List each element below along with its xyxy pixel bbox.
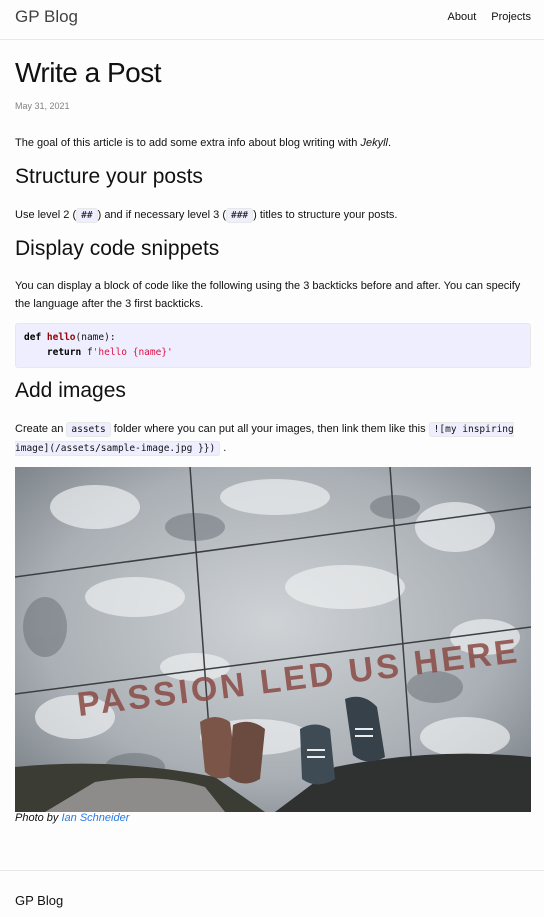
inline-code-h2: ## [76,208,98,223]
images-text-1: Create an [15,423,64,435]
inline-code-assets: assets [66,422,111,437]
heading-structure: Structure your posts [15,165,203,188]
intro-paragraph: The goal of this article is to add some … [15,134,531,152]
site-footer: GP Blog [0,870,544,917]
code-keyword-return: return [46,347,82,358]
structure-text-1: Use level 2 ( [15,209,77,221]
images-text-3: . [223,442,227,454]
caption-author-link[interactable]: Ian Schneider [61,812,129,824]
structure-text-2: ) and if necessary level 3 ( [97,209,226,221]
heading-add-images: Add images [15,379,126,402]
code-block: def hello(name): return f'hello {name}' [15,323,531,368]
post-image: PASSION LED US HERE [15,467,531,812]
images-text-2: folder where you can put all your images… [113,423,426,435]
inline-code-h3: ### [225,208,254,223]
code-paragraph: You can display a block of code like the… [15,280,521,310]
pavement-photo: PASSION LED US HERE [15,467,531,812]
nav-link-about[interactable]: About [448,9,477,25]
intro-text: The goal of this article is to add some … [15,137,361,149]
structure-text-3: ) titles to structure your posts. [253,209,398,221]
post-date: May 31, 2021 [15,101,70,111]
post-title: Write a Post [15,57,161,88]
intro-emphasis: Jekyll [360,137,388,149]
heading-code-snippets: Display code snippets [15,237,220,260]
image-caption: Photo by Ian Schneider [15,811,129,825]
site-header: GP Blog About Projects [0,0,544,40]
site-title-link[interactable]: GP Blog [15,5,78,29]
code-function-name: hello [46,332,76,343]
footer-title: GP Blog [15,893,64,908]
caption-prefix: Photo by [15,812,59,824]
structure-paragraph: Use level 2 (##) and if necessary level … [15,206,531,225]
nav-link-projects[interactable]: Projects [491,9,531,25]
site-nav: About Projects [448,9,532,25]
code-keyword-def: def [24,332,42,343]
code-params: (name): [75,332,116,343]
intro-suffix: . [387,137,392,149]
images-paragraph: Create an assets folder where you can pu… [15,420,531,458]
code-string: 'hello {name}' [92,347,173,358]
